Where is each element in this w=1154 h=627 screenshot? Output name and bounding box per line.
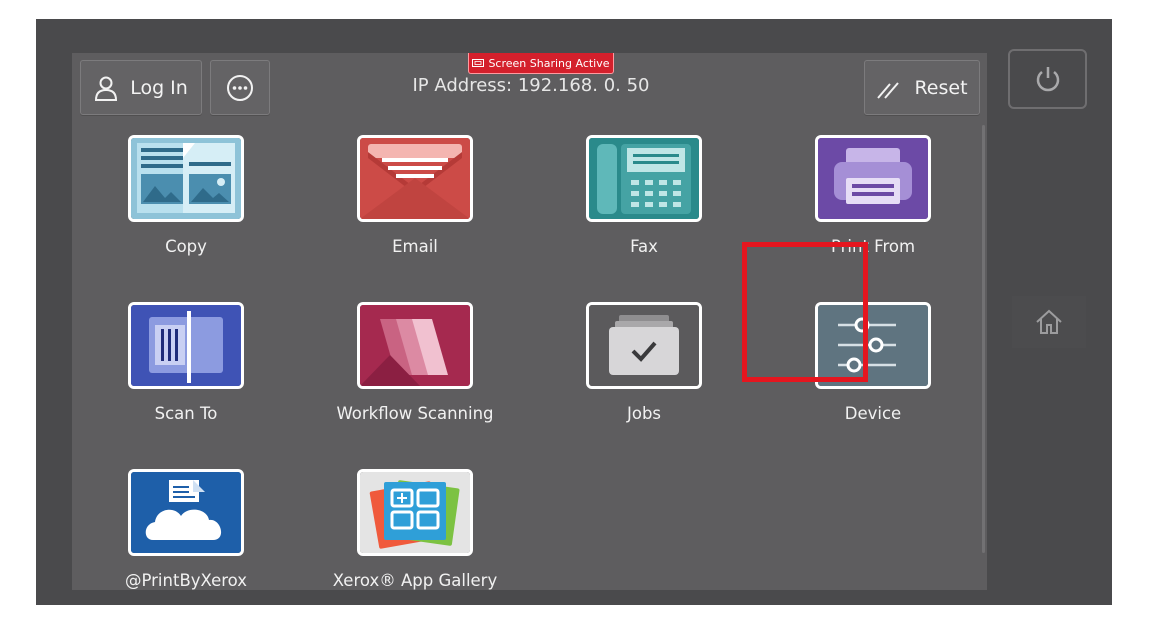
app-fax[interactable]: Fax bbox=[530, 135, 730, 285]
home-icon bbox=[1036, 309, 1062, 334]
screen-sharing-banner: Screen Sharing Active bbox=[468, 53, 614, 74]
app-label: Print From bbox=[830, 237, 916, 256]
login-label: Log In bbox=[130, 76, 188, 99]
scan-icon bbox=[128, 302, 244, 389]
screen-share-icon bbox=[472, 59, 485, 67]
app-label: Scan To bbox=[154, 404, 218, 423]
reset-label: Reset bbox=[914, 76, 968, 99]
user-icon bbox=[95, 76, 118, 101]
power-icon bbox=[1036, 67, 1059, 92]
ellipsis-icon bbox=[227, 74, 253, 101]
home-button[interactable] bbox=[1012, 296, 1086, 348]
app-jobs[interactable]: Jobs bbox=[530, 302, 730, 452]
app-print-by-xerox[interactable]: @PrintByXerox bbox=[72, 469, 272, 590]
app-device[interactable]: Device bbox=[759, 302, 959, 452]
app-label: Xerox® App Gallery bbox=[332, 571, 498, 590]
app-label: Copy bbox=[165, 237, 207, 256]
scrollbar[interactable] bbox=[982, 125, 985, 553]
app-label: Device bbox=[844, 404, 902, 423]
copy-icon bbox=[128, 135, 244, 222]
power-button[interactable] bbox=[1008, 49, 1087, 109]
app-workflow-scanning[interactable]: Workflow Scanning bbox=[301, 302, 501, 452]
app-label: @PrintByXerox bbox=[124, 571, 248, 590]
fax-icon bbox=[586, 135, 702, 222]
app-copy[interactable]: Copy bbox=[72, 135, 272, 285]
jobs-icon bbox=[586, 302, 702, 389]
reset-icon bbox=[877, 81, 900, 99]
login-button[interactable]: Log In bbox=[80, 60, 202, 115]
app-label: Jobs bbox=[626, 404, 662, 423]
app-email[interactable]: Email bbox=[301, 135, 501, 285]
printer-icon bbox=[815, 135, 931, 222]
banner-text: Screen Sharing Active bbox=[488, 56, 610, 70]
cloud-print-icon bbox=[128, 469, 244, 556]
app-label: Workflow Scanning bbox=[336, 404, 494, 423]
app-scan-to[interactable]: Scan To bbox=[72, 302, 272, 452]
app-label: Email bbox=[392, 237, 438, 256]
ip-address: IP Address: 192.168. 0. 50 bbox=[412, 75, 650, 96]
more-options-button[interactable] bbox=[210, 60, 270, 115]
app-gallery[interactable]: Xerox® App Gallery bbox=[301, 469, 501, 590]
app-label: Fax bbox=[630, 237, 658, 256]
reset-button[interactable]: Reset bbox=[864, 60, 980, 115]
sliders-icon bbox=[815, 302, 931, 389]
app-gallery-icon bbox=[357, 469, 473, 556]
workflow-icon bbox=[357, 302, 473, 389]
touch-screen: Log In Screen Sharing Active IP Address:… bbox=[72, 53, 987, 590]
email-icon bbox=[357, 135, 473, 222]
app-print-from[interactable]: Print From bbox=[759, 135, 959, 285]
